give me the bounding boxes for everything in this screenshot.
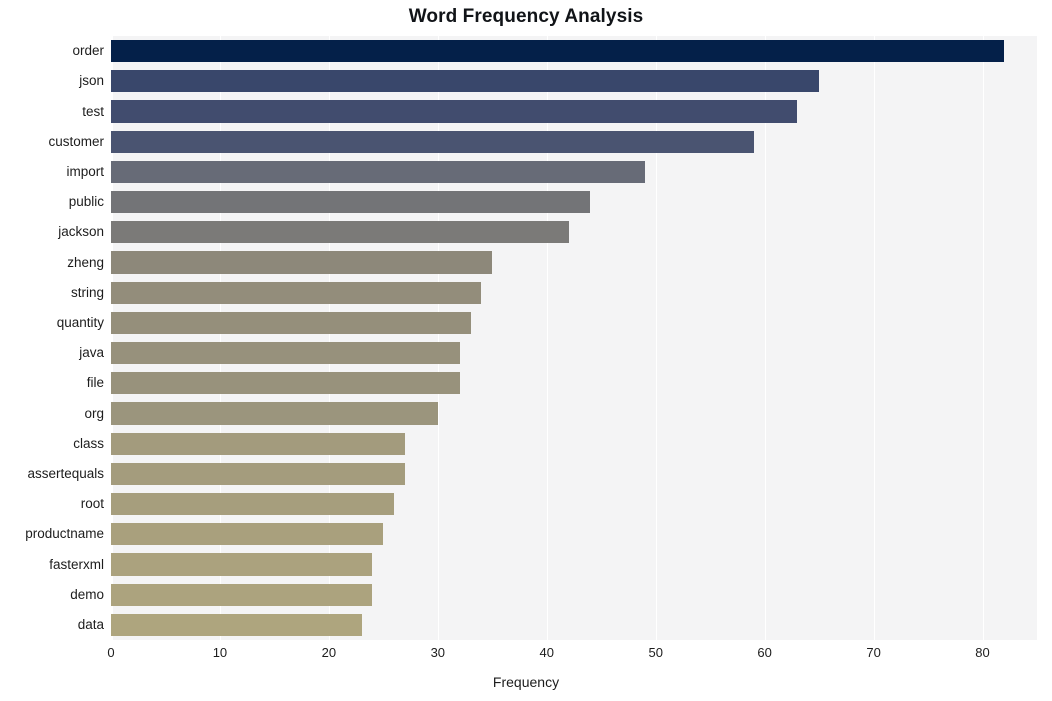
bar-data[interactable] [111,613,362,637]
bar-string[interactable] [111,281,482,304]
y-tick-label-json: json [79,73,104,89]
x-tick-label-40: 40 [539,645,554,660]
y-tick-label-org: org [84,405,104,421]
bar-row[interactable] [111,130,1037,153]
bar-zheng[interactable] [111,251,493,274]
bar-file[interactable] [111,372,460,395]
y-tick-label-fasterxml: fasterxml [49,556,104,572]
bar-import[interactable] [111,160,645,184]
bar-org[interactable] [111,402,438,425]
bar-row[interactable] [111,160,1037,184]
y-tick-label-import: import [66,163,104,179]
bar-test[interactable] [111,100,798,123]
x-tick-label-60: 60 [757,645,772,660]
y-tick-label-zheng: zheng [67,254,104,270]
bar-row[interactable] [111,281,1037,304]
x-tick-label-30: 30 [430,645,446,660]
bar-root[interactable] [111,492,395,516]
y-tick-label-quantity: quantity [56,314,104,330]
y-tick-label-productname: productname [25,526,104,542]
bar-row[interactable] [111,341,1037,365]
bar-row[interactable] [111,523,1037,546]
bar-public[interactable] [111,190,591,214]
word-frequency-chart-figure: Word Frequency Analysis order json test cus… [0,0,1052,701]
bar-row[interactable] [111,39,1037,63]
y-tick-label-order: order [72,43,104,59]
bar-assertequals[interactable] [111,462,406,486]
bar-demo[interactable] [111,583,373,606]
plot-area [111,36,1037,640]
bar-row[interactable] [111,70,1037,93]
y-tick-label-data: data [77,616,104,632]
bar-row[interactable] [111,553,1037,576]
bar-row[interactable] [111,432,1037,455]
bar-customer[interactable] [111,130,754,153]
y-tick-label-demo: demo [70,586,104,602]
y-tick-label-jackson: jackson [58,224,104,240]
y-tick-label-assertequals: assertequals [27,465,104,481]
x-axis-title: Frequency [492,674,560,690]
bar-productname[interactable] [111,523,384,546]
bar-row[interactable] [111,311,1037,335]
bar-fasterxml[interactable] [111,553,373,576]
y-tick-label-java: java [79,345,104,361]
y-axis-tick-labels: order json test customer import public jackson… [0,36,104,640]
bar-row[interactable] [111,251,1037,274]
bar-row[interactable] [111,402,1037,425]
bar-row[interactable] [111,462,1037,486]
x-tick-label-20: 20 [321,645,337,660]
bar-row[interactable] [111,221,1037,244]
x-axis-tick-labels: 0 10 20 30 40 50 60 70 80 [0,645,1052,669]
x-tick-label-80: 80 [975,645,990,660]
bar-row[interactable] [111,190,1037,214]
bar-row[interactable] [111,100,1037,123]
x-tick-label-70: 70 [866,645,881,660]
x-tick-label-10: 10 [212,645,228,660]
bar-quantity[interactable] [111,311,471,335]
bar-row[interactable] [111,492,1037,516]
bar-row[interactable] [111,583,1037,606]
y-tick-label-customer: customer [48,133,104,149]
bar-java[interactable] [111,341,460,365]
bar-jackson[interactable] [111,221,569,244]
bar-order[interactable] [111,39,1005,63]
bar-class[interactable] [111,432,406,455]
bar-row[interactable] [111,613,1037,637]
y-tick-label-test: test [82,103,104,119]
y-tick-label-file: file [86,375,104,391]
bar-row[interactable] [111,372,1037,395]
x-tick-label-50: 50 [648,645,663,660]
y-tick-label-root: root [80,496,104,512]
chart-title: Word Frequency Analysis [408,6,644,27]
x-tick-label-0: 0 [107,645,115,660]
y-tick-label-string: string [70,284,104,300]
bar-json[interactable] [111,70,820,93]
y-tick-label-public: public [68,194,104,210]
y-tick-label-class: class [73,435,104,451]
bar-series [111,36,1037,640]
